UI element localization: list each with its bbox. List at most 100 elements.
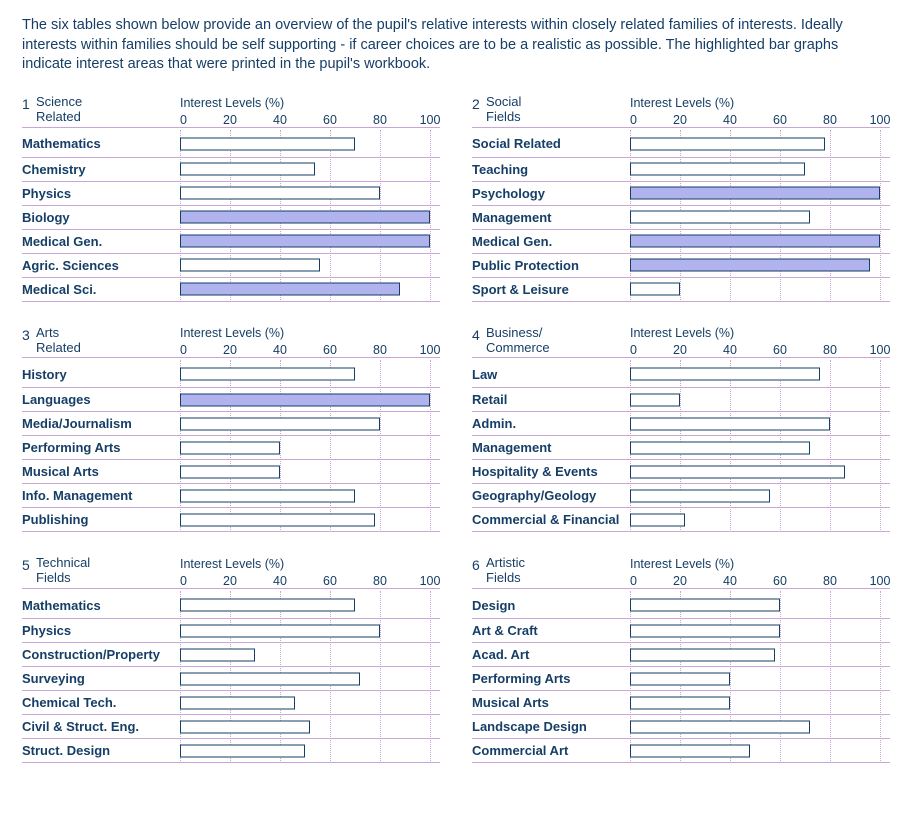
- panel-title-block: 1ScienceRelated: [22, 95, 180, 127]
- axis-title: Interest Levels (%): [630, 96, 890, 110]
- chart-row: Commercial Art: [472, 738, 890, 762]
- chart-row: Mathematics: [22, 589, 440, 618]
- bar-highlighted: [180, 393, 430, 406]
- grid-line: [380, 130, 381, 158]
- axis-ticks: 020406080100: [180, 112, 430, 127]
- grid-line: [380, 181, 381, 206]
- grid-line: [880, 507, 881, 532]
- bar-area: [180, 460, 430, 483]
- bar: [180, 187, 380, 200]
- grid-line: [430, 666, 431, 691]
- axis-tick: 0: [180, 343, 187, 357]
- axis-ticks: 020406080100: [630, 112, 880, 127]
- panel-header: 4Business/CommerceInterest Levels (%)020…: [472, 326, 890, 359]
- axis-ticks: 020406080100: [180, 573, 430, 588]
- chart-row: Management: [472, 205, 890, 229]
- grid-line: [880, 666, 881, 691]
- axis-ticks: 020406080100: [180, 342, 430, 357]
- grid-line: [880, 459, 881, 484]
- chart-row: Acad. Art: [472, 642, 890, 666]
- chart-panel: 3ArtsRelatedInterest Levels (%)020406080…: [22, 326, 440, 533]
- bar: [180, 720, 310, 733]
- row-label: Physics: [22, 623, 180, 638]
- grid-line: [830, 130, 831, 158]
- grid-line: [430, 181, 431, 206]
- row-label: Sport & Leisure: [472, 282, 630, 297]
- bar-area: [630, 508, 880, 531]
- grid-line: [880, 690, 881, 715]
- bar-area: [630, 131, 880, 157]
- bar: [180, 465, 280, 478]
- grid-line: [830, 411, 831, 436]
- bar: [630, 648, 775, 661]
- grid-line: [780, 277, 781, 302]
- grid-line: [830, 591, 831, 619]
- grid-line: [880, 642, 881, 667]
- bar-area: [180, 361, 430, 387]
- grid-line: [430, 459, 431, 484]
- grid-line: [880, 205, 881, 230]
- grid-line: [380, 411, 381, 436]
- bar-area: [630, 206, 880, 229]
- grid-line: [330, 253, 331, 278]
- chart-row: Hospitality & Events: [472, 459, 890, 483]
- axis-tick: 20: [673, 113, 687, 127]
- row-label: Medical Sci.: [22, 282, 180, 297]
- grid-line: [680, 277, 681, 302]
- bar-area: [180, 254, 430, 277]
- axis-tick: 0: [180, 113, 187, 127]
- row-label: Performing Arts: [22, 440, 180, 455]
- grid-line: [780, 483, 781, 508]
- bar-highlighted: [180, 211, 430, 224]
- grid-line: [430, 387, 431, 412]
- grid-line: [880, 714, 881, 739]
- bar: [180, 744, 305, 757]
- grid-line: [830, 618, 831, 643]
- chart-row: Design: [472, 589, 890, 618]
- chart-panel: 4Business/CommerceInterest Levels (%)020…: [472, 326, 890, 533]
- chart-row: Biology: [22, 205, 440, 229]
- grid-line: [880, 130, 881, 158]
- axis-tick: 60: [323, 574, 337, 588]
- chart-row: History: [22, 358, 440, 387]
- grid-line: [430, 618, 431, 643]
- row-label: Publishing: [22, 512, 180, 527]
- bar: [180, 599, 355, 612]
- panel-title-block: 2SocialFields: [472, 95, 630, 127]
- bar: [180, 441, 280, 454]
- row-label: Civil & Struct. Eng.: [22, 719, 180, 734]
- bar: [630, 465, 845, 478]
- chart-rows: MathematicsChemistryPhysicsBiologyMedica…: [22, 128, 440, 302]
- grid-line: [330, 157, 331, 182]
- axis-block: Interest Levels (%)020406080100: [180, 557, 440, 588]
- grid-line: [830, 387, 831, 412]
- grid-line: [430, 738, 431, 763]
- row-label: Info. Management: [22, 488, 180, 503]
- axis-tick: 100: [420, 113, 441, 127]
- row-label: Media/Journalism: [22, 416, 180, 431]
- grid-line: [380, 459, 381, 484]
- chart-row: Chemical Tech.: [22, 690, 440, 714]
- grid-line: [430, 360, 431, 388]
- bar-highlighted: [630, 235, 880, 248]
- bar-area: [630, 361, 880, 387]
- row-label: Medical Gen.: [22, 234, 180, 249]
- panel-index: 6: [472, 556, 486, 573]
- bar-area: [180, 230, 430, 253]
- row-label: Management: [472, 440, 630, 455]
- axis-tick: 20: [673, 574, 687, 588]
- axis-tick: 60: [773, 113, 787, 127]
- chart-panel: 6ArtisticFieldsInterest Levels (%)020406…: [472, 556, 890, 763]
- bar: [180, 137, 355, 150]
- chart-row: Management: [472, 435, 890, 459]
- row-label: Commercial Art: [472, 743, 630, 758]
- bar-area: [630, 158, 880, 181]
- axis-ticks: 020406080100: [630, 342, 880, 357]
- bar-area: [180, 739, 430, 762]
- bar-area: [180, 158, 430, 181]
- axis-tick: 0: [630, 574, 637, 588]
- bar: [180, 624, 380, 637]
- grid-line: [830, 157, 831, 182]
- grid-line: [680, 387, 681, 412]
- chart-row: Commercial & Financial: [472, 507, 890, 531]
